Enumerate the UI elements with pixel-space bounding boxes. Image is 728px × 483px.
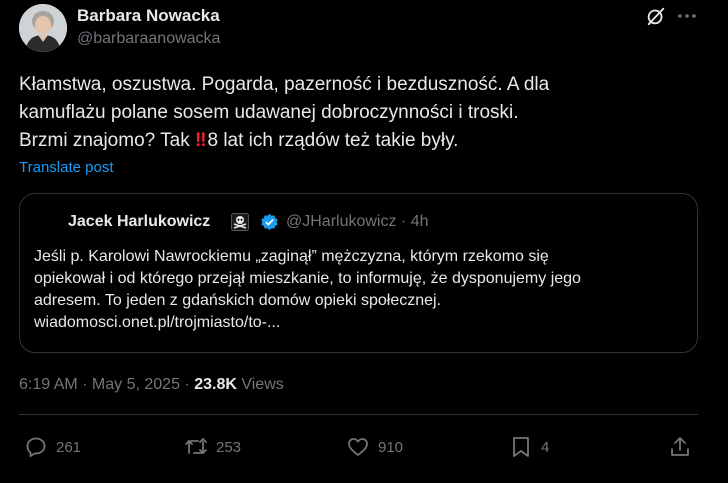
quoted-author-handle[interactable]: @JHarlukowicz · 4h	[286, 213, 429, 231]
post-line: Brzmi znajomo? Tak ‼ 8 lat ich rządów też…	[19, 127, 699, 155]
bookmark-count: 4	[541, 438, 550, 456]
views-count: 23.8K	[194, 376, 237, 393]
verified-badge-icon	[260, 213, 279, 232]
like-button[interactable]: 910	[346, 435, 403, 459]
quoted-post-link[interactable]: wiadomosci.onet.pl/trojmiasto/to-...	[34, 312, 689, 334]
share-button[interactable]	[668, 435, 692, 459]
views-label: Views	[236, 376, 284, 393]
more-options-icon[interactable]	[674, 4, 700, 28]
post-line: Kłamstwa, oszustwa. Pogarda, pazerność i…	[19, 74, 550, 95]
bookmark-icon	[513, 437, 529, 457]
post-line-text: Brzmi znajomo? Tak	[19, 130, 195, 151]
double-exclamation-emoji: ‼	[195, 130, 207, 151]
quoted-post-card[interactable]: Jacek Harlukowicz @JHarlukowicz · 4h Jeś…	[19, 193, 698, 353]
repost-count: 253	[216, 438, 242, 456]
share-icon	[671, 437, 689, 456]
heart-icon	[348, 438, 368, 456]
post-timestamp[interactable]: 6:19 AM · May 5, 2025 ·	[19, 376, 194, 393]
skull-crossbones-icon	[231, 213, 249, 231]
quoted-post-text: Jeśli p. Karolowi Nawrockiemu „zaginął” …	[34, 246, 689, 334]
reply-button[interactable]: 261	[24, 435, 81, 459]
author-avatar[interactable]	[19, 4, 67, 52]
post-metadata: 6:19 AM · May 5, 2025 · 23.8K Views	[19, 376, 284, 394]
post-line: kamuflażu polane sosem udawanej dobroczy…	[19, 102, 519, 123]
post-text: Kłamstwa, oszustwa. Pogarda, pazerność i…	[19, 71, 699, 155]
grok-icon[interactable]	[644, 4, 668, 28]
repost-icon	[185, 438, 207, 454]
quoted-author-name[interactable]: Jacek Harlukowicz	[68, 213, 210, 231]
post-line-text: 8 lat ich rządów też takie były.	[207, 130, 459, 151]
author-handle[interactable]: @barbaraanowacka	[77, 30, 220, 48]
translate-post-link[interactable]: Translate post	[19, 159, 114, 176]
like-count: 910	[378, 438, 404, 456]
bookmark-button[interactable]: 4	[509, 435, 549, 459]
repost-button[interactable]: 253	[184, 435, 241, 459]
reply-count: 261	[56, 438, 82, 456]
quoted-post-line: adresem. To jeden z gdańskich domów opie…	[34, 292, 442, 309]
quoted-post-line: opiekował i od którego przejął mieszkani…	[34, 270, 581, 287]
reply-icon	[26, 437, 46, 458]
quoted-author-avatar[interactable]	[34, 209, 56, 231]
divider	[19, 414, 698, 415]
quoted-post-line: Jeśli p. Karolowi Nawrockiemu „zaginął” …	[34, 248, 549, 265]
author-name[interactable]: Barbara Nowacka	[77, 6, 220, 26]
